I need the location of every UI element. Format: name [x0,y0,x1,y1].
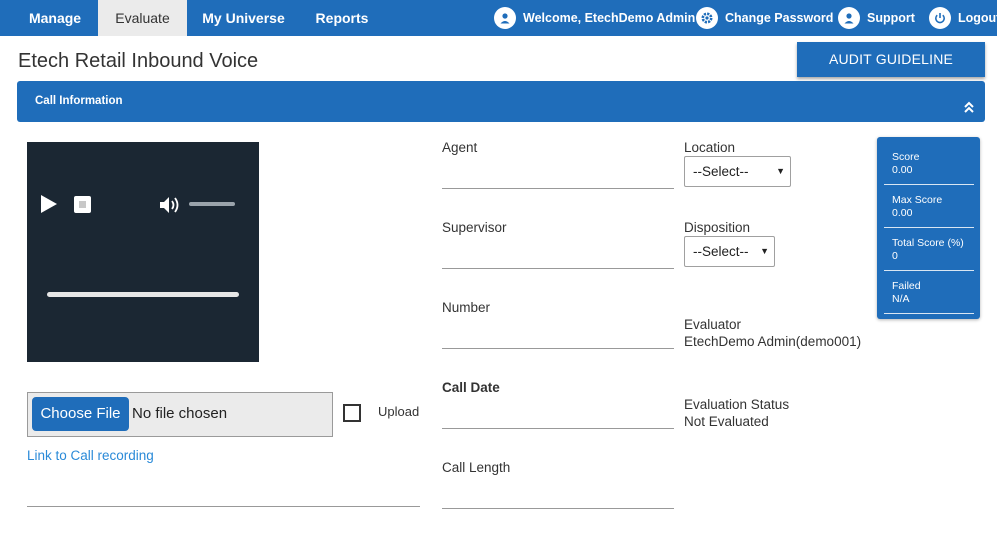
stop-icon[interactable] [74,196,91,213]
volume-slider[interactable] [189,202,235,206]
failed-value: N/A [892,293,910,305]
failed-block: Failed N/A [892,280,974,306]
agent-input[interactable] [442,188,674,189]
call-recording-link[interactable]: Link to Call recording [27,448,154,463]
file-chooser: Choose File No file chosen [27,392,333,437]
welcome-user[interactable]: Welcome, EtechDemo Admin [494,0,695,36]
support-link[interactable]: Support [838,0,915,36]
evaluation-status-value: Not Evaluated [684,414,769,429]
score-divider [884,313,974,314]
score-label: Score [892,151,920,163]
disposition-label: Disposition [684,220,751,235]
change-password-link[interactable]: Change Password [696,0,833,36]
failed-label: Failed [892,280,921,292]
max-score-block: Max Score 0.00 [892,194,974,220]
call-date-label: Call Date [442,380,500,395]
change-password-label: Change Password [725,11,834,25]
disposition-select-value: --Select-- [693,244,749,259]
logout-link[interactable]: Logout [929,0,997,36]
evaluation-status-label: Evaluation Status [684,397,790,412]
location-select-value: --Select-- [693,164,749,179]
power-icon [929,7,951,29]
welcome-label: Welcome, EtechDemo Admin [523,11,696,25]
number-input[interactable] [442,348,674,349]
audit-guideline-button[interactable]: AUDIT GUIDELINE [797,42,985,77]
total-score-value: 0 [892,250,898,262]
score-divider [884,270,974,271]
score-divider [884,227,974,228]
agent-label: Agent [442,140,478,155]
disposition-select[interactable]: --Select-- ▼ [684,236,775,267]
play-icon[interactable] [40,195,58,213]
audio-player [27,142,259,362]
score-divider [884,184,974,185]
call-recording-input[interactable] [27,506,420,507]
evaluator-label: Evaluator [684,317,742,332]
max-score-value: 0.00 [892,207,913,219]
supervisor-label: Supervisor [442,220,507,235]
call-date-input[interactable] [442,428,674,429]
location-select[interactable]: --Select-- ▼ [684,156,791,187]
call-length-label: Call Length [442,460,511,475]
user-icon [494,7,516,29]
score-panel: Score 0.00 Max Score 0.00 Total Score (%… [877,137,980,319]
support-label: Support [867,11,915,25]
call-information-header[interactable]: Call Information [17,81,985,122]
supervisor-input[interactable] [442,268,674,269]
double-chevron-up-icon[interactable] [962,93,976,113]
user-icon [838,7,860,29]
no-file-label: No file chosen [132,405,228,422]
evaluator-value: EtechDemo Admin(demo001) [684,334,862,349]
tab-my-universe[interactable]: My Universe [192,0,295,36]
volume-icon[interactable] [159,196,183,214]
number-label: Number [442,300,491,315]
dropdown-arrow-icon: ▼ [776,166,785,176]
upload-label: Upload [378,404,420,419]
seek-bar[interactable] [47,292,239,297]
score-value: 0.00 [892,164,913,176]
top-nav: Manage Evaluate My Universe Reports Welc… [0,0,997,36]
tab-reports[interactable]: Reports [305,0,379,36]
gear-icon [696,7,718,29]
choose-file-button[interactable]: Choose File [32,397,129,431]
page-title: Etech Retail Inbound Voice [18,50,259,72]
total-score-block: Total Score (%) 0 [892,237,974,263]
total-score-label: Total Score (%) [892,237,964,249]
score-block: Score 0.00 [892,151,974,177]
section-label: Call Information [35,95,123,107]
dropdown-arrow-icon: ▼ [760,246,769,256]
tab-manage[interactable]: Manage [12,0,98,36]
call-length-input[interactable] [442,508,674,509]
tab-evaluate[interactable]: Evaluate [98,0,187,36]
max-score-label: Max Score [892,194,943,206]
location-label: Location [684,140,736,155]
upload-checkbox[interactable] [343,404,361,422]
logout-label: Logout [958,11,997,25]
